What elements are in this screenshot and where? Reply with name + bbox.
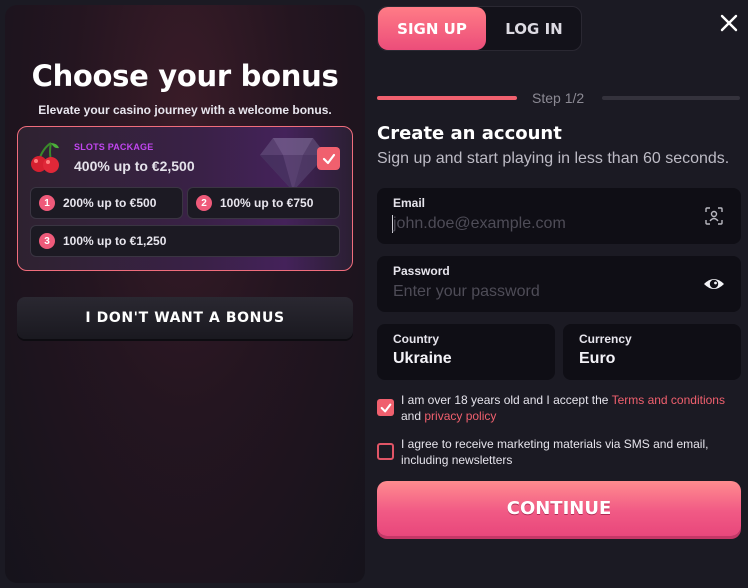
option-label: 100% up to €1,250	[63, 234, 167, 248]
check-icon	[322, 153, 335, 164]
bonus-panel: Choose your bonus Elevate your casino jo…	[5, 5, 365, 583]
currency-select[interactable]: Currency Euro	[563, 324, 741, 380]
bonus-option-2[interactable]: 2 100% up to €750	[187, 187, 340, 219]
password-field[interactable]: Password Enter your password	[377, 256, 741, 312]
password-label: Password	[393, 264, 450, 278]
step-progress-active	[377, 96, 517, 100]
package-checkbox[interactable]	[317, 147, 340, 170]
face-scan-icon[interactable]	[705, 207, 723, 225]
form-title: Create an account	[377, 123, 562, 144]
currency-value: Euro	[579, 350, 616, 367]
eye-icon[interactable]	[703, 275, 725, 293]
email-placeholder: john.doe@example.com	[393, 215, 566, 232]
close-icon[interactable]	[718, 12, 740, 34]
option-label: 100% up to €750	[220, 196, 314, 210]
step-label: Step 1/2	[532, 90, 585, 106]
privacy-link[interactable]: privacy policy	[424, 409, 496, 423]
country-select[interactable]: Country Ukraine	[377, 324, 555, 380]
option-number-badge: 1	[39, 195, 55, 211]
marketing-checkbox[interactable]	[377, 443, 394, 460]
option-label: 200% up to €500	[63, 196, 157, 210]
terms-text: I am over 18 years old and I accept the …	[401, 392, 741, 424]
auth-tabs: SIGN UP LOG IN	[377, 6, 582, 51]
check-icon	[380, 403, 391, 412]
country-value: Ukraine	[393, 350, 452, 367]
continue-button[interactable]: CONTINUE	[377, 481, 741, 536]
form-subtitle: Sign up and start playing in less than 6…	[377, 150, 730, 167]
slots-package-card[interactable]: SLOTS PACKAGE 400% up to €2,500 1 200% u…	[17, 126, 353, 271]
step-progress-inactive	[602, 96, 740, 100]
bonus-subtitle: Elevate your casino journey with a welco…	[38, 103, 332, 117]
terms-link[interactable]: Terms and conditions	[612, 393, 725, 407]
email-field[interactable]: Email john.doe@example.com	[377, 188, 741, 244]
tab-login[interactable]: LOG IN	[486, 7, 582, 50]
tab-signup[interactable]: SIGN UP	[378, 7, 486, 50]
currency-label: Currency	[579, 332, 632, 346]
marketing-text: I agree to receive marketing materials v…	[401, 437, 709, 467]
package-value: 400% up to €2,500	[74, 158, 195, 174]
bonus-option-3[interactable]: 3 100% up to €1,250	[30, 225, 340, 257]
email-label: Email	[393, 196, 426, 210]
terms-checkbox[interactable]	[377, 399, 394, 416]
option-number-badge: 2	[196, 195, 212, 211]
bonus-option-1[interactable]: 1 200% up to €500	[30, 187, 183, 219]
bonus-title: Choose your bonus	[31, 59, 339, 93]
password-placeholder: Enter your password	[393, 283, 540, 300]
cherry-icon	[31, 142, 59, 173]
country-label: Country	[393, 332, 439, 346]
option-number-badge: 3	[39, 233, 55, 249]
terms-text-and: and	[401, 409, 425, 423]
no-bonus-button[interactable]: I DON'T WANT A BONUS	[17, 297, 353, 339]
terms-text-before: I am over 18 years old and I accept the	[401, 393, 612, 407]
package-label: SLOTS PACKAGE	[74, 142, 154, 152]
